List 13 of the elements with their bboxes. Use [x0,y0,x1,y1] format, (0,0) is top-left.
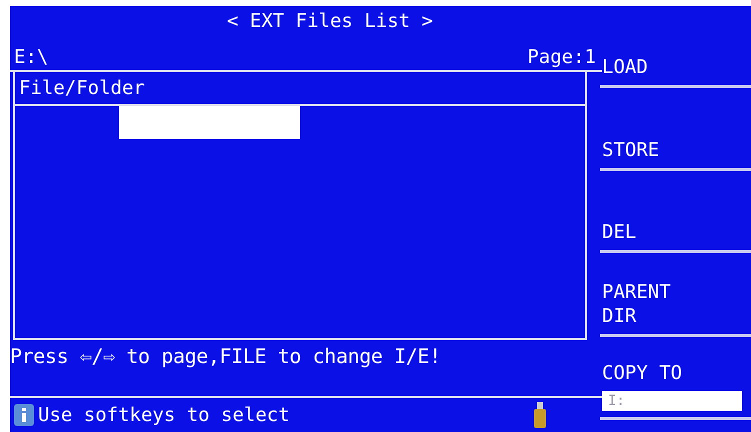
usb-drive-icon [534,402,546,428]
softkey[interactable]: PARENT DIR [602,280,712,328]
softkey[interactable]: LOAD [602,55,712,79]
current-path: E:\ [14,46,48,68]
screen-title: < EXT Files List > [226,9,434,34]
softkey[interactable]: COPY TO [602,361,712,385]
page-number: Page:1 [527,46,596,68]
hint-text: Press ⇦/⇨ to page,FILE to change I/E! [10,343,442,370]
softkey[interactable]: STORE [602,138,712,162]
selected-row[interactable] [119,106,300,139]
status-text: Use softkeys to select [38,404,291,426]
info-icon [14,404,34,426]
softkey[interactable]: DEL [602,220,712,244]
